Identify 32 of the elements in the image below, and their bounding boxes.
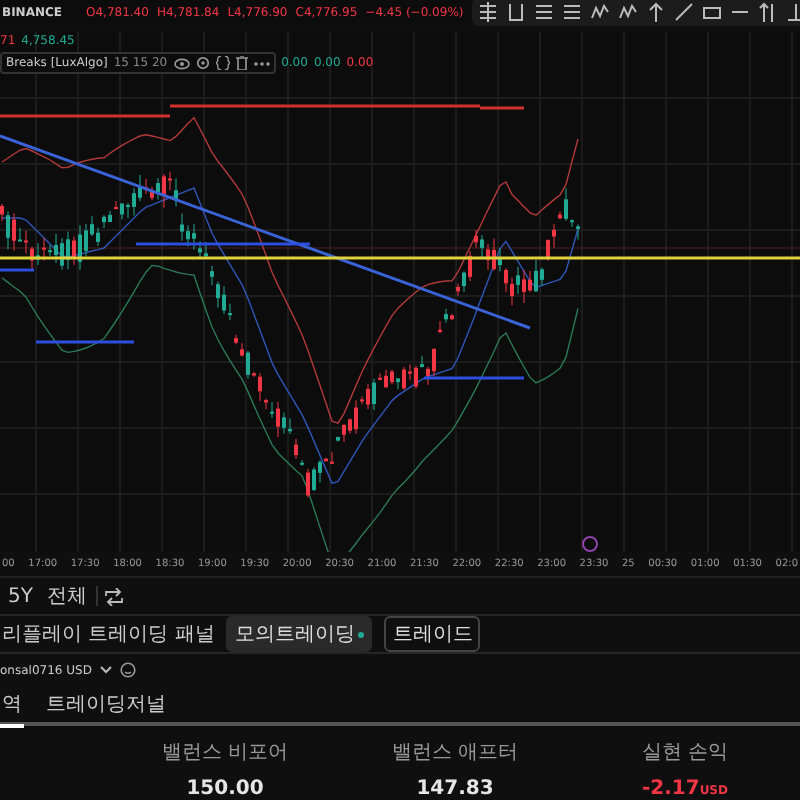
event-marker-icon[interactable] — [582, 536, 598, 552]
journal-tab[interactable]: 트레이딩저널 — [44, 684, 168, 728]
lines-icon[interactable] — [533, 2, 554, 22]
support-line — [424, 376, 524, 380]
chevron-down-icon[interactable] — [99, 666, 112, 675]
replay-icon[interactable] — [104, 587, 125, 606]
wave-icon[interactable] — [617, 2, 638, 22]
arrows-icon[interactable] — [757, 2, 778, 22]
table-cell-text: 147.83 — [414, 778, 496, 800]
wave-icon[interactable] — [589, 2, 610, 22]
range-button[interactable]: 5Y — [4, 585, 37, 608]
line-icon[interactable] — [673, 2, 694, 22]
column-header: 밸런스 애프터 — [389, 740, 521, 766]
mode-tab[interactable]: 트레이드 — [384, 616, 481, 653]
settings-icon[interactable] — [195, 56, 210, 70]
panel-title: 리플레이 트레이딩 패널 — [2, 622, 215, 649]
column-header: 실현 손익 — [639, 740, 731, 766]
range-button[interactable]: 전체 — [42, 582, 91, 611]
column-header: 밸런스 비포어 — [159, 740, 291, 766]
table-cell-text: 150.00 — [184, 778, 266, 800]
arrow-icon[interactable] — [645, 2, 666, 22]
mode-tab[interactable]: 모의트레이딩 — [226, 616, 373, 653]
lines-icon[interactable] — [561, 2, 582, 22]
eye-icon[interactable] — [173, 57, 190, 69]
journal-tab[interactable]: 역 — [0, 684, 24, 728]
braces-icon[interactable] — [215, 56, 230, 70]
smiley-icon[interactable] — [119, 662, 136, 679]
rect-icon[interactable] — [701, 2, 722, 22]
support-line — [36, 340, 134, 344]
bars-icon[interactable] — [477, 2, 498, 22]
support-line — [0, 268, 34, 272]
trash-icon[interactable] — [235, 56, 248, 70]
